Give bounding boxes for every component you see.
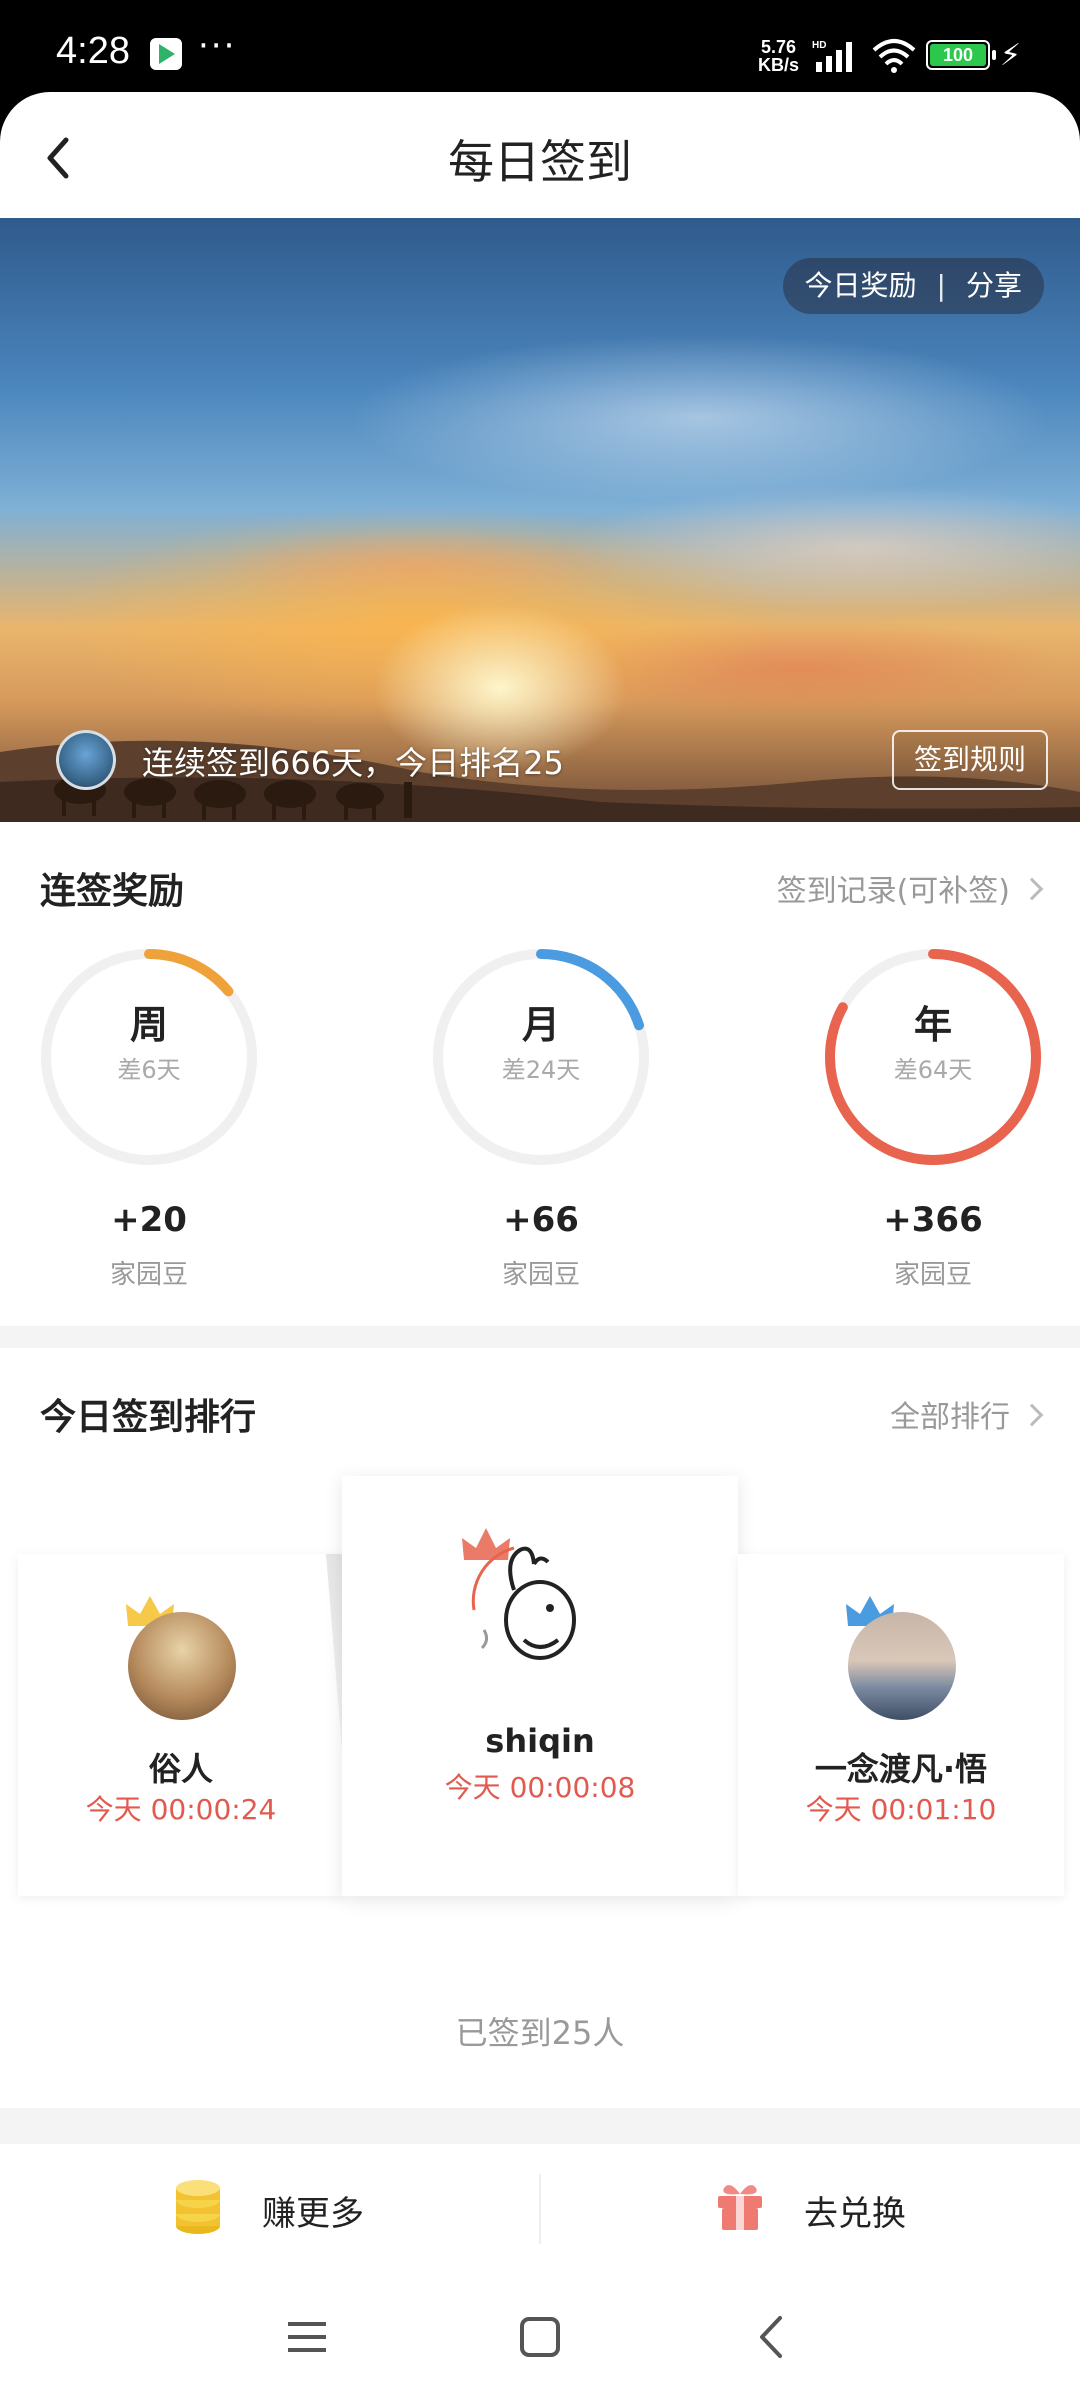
network-speed: 5.76 KB/s <box>758 38 799 74</box>
bottom-actions: 赚更多 去兑换 <box>0 2144 1080 2274</box>
ring-month-label: 月 <box>521 1003 560 1047</box>
ring-year-label: 年 <box>913 1003 952 1047</box>
ring-year-remaining: 差64天 <box>893 1056 973 1084</box>
checkin-records-label: 签到记录(可补签) <box>776 874 1010 909</box>
home-icon[interactable] <box>515 2312 565 2362</box>
reward-week-unit: 家园豆 <box>109 1260 188 1290</box>
earn-more-label: 赚更多 <box>262 2194 364 2234</box>
back-nav-icon[interactable] <box>748 2312 798 2362</box>
all-ranking-link[interactable]: 全部排行 <box>890 1392 1044 1436</box>
avatar-first <box>462 1528 576 1660</box>
reward-year-unit: 家园豆 <box>893 1260 972 1290</box>
cell-signal-icon: HD <box>812 40 852 72</box>
section-title: 连签奖励 <box>40 871 185 912</box>
page-title: 每日签到 <box>448 135 632 189</box>
today-ranking-section: 今日签到排行 全部排行 俗人 今天 00:00:24 shiqin 今天 00:… <box>0 1348 1080 2108</box>
network-speed-value: 5.76 <box>760 37 797 57</box>
signed-count: 已签到25人 <box>455 2014 625 2052</box>
rank-card-second[interactable]: 俗人 今天 00:00:24 <box>18 1554 344 1896</box>
user-avatar[interactable] <box>56 730 116 790</box>
battery-level: 100 <box>930 44 986 66</box>
rank-time: 今天 00:01:10 <box>805 1793 997 1826</box>
play-store-icon <box>150 38 182 70</box>
reward-week-amount: +20 <box>111 1200 187 1240</box>
rank-time: 今天 00:00:24 <box>85 1793 277 1826</box>
network-speed-unit: KB/s <box>758 55 800 75</box>
gift-icon <box>718 2185 762 2230</box>
charging-icon: ⚡ <box>1000 38 1022 73</box>
rules-button[interactable]: 签到规则 <box>891 730 1048 790</box>
ring-month-remaining: 差24天 <box>501 1056 581 1084</box>
banner: 今日奖励 | 分享 连续签到666天，今日排名25 签到规则 <box>0 218 1080 822</box>
all-ranking-label: 全部排行 <box>890 1400 1010 1435</box>
redeem-button[interactable]: 去兑换 <box>540 2144 1080 2274</box>
coins-icon <box>176 2180 220 2234</box>
wifi-icon <box>872 39 916 73</box>
pill-separator: | <box>936 269 946 302</box>
rank-time: 今天 00:00:08 <box>444 1771 636 1804</box>
status-bar: 4:28 ··· 5.76 KB/s HD 100 ⚡ <box>0 0 1080 92</box>
ring-week-label: 周 <box>129 1003 168 1047</box>
reward-month-unit: 家园豆 <box>501 1260 580 1290</box>
avatar <box>128 1612 236 1720</box>
rank-card-third[interactable]: 一念渡凡·悟 今天 00:01:10 <box>738 1554 1064 1896</box>
streak-rewards-section: 连签奖励 签到记录(可补签) 周 差6天 +20 家园豆 月 差24天 +66 … <box>0 822 1080 1326</box>
ring-year: 年 差64天 <box>822 946 1044 1168</box>
svg-text:HD: HD <box>812 40 826 51</box>
section-title: 今日签到排行 <box>40 1397 257 1438</box>
today-reward-button[interactable]: 今日奖励 <box>805 258 917 314</box>
rank-name: 一念渡凡·悟 <box>814 1750 988 1788</box>
chevron-right-icon <box>1020 1403 1044 1426</box>
reward-year-amount: +366 <box>883 1200 983 1240</box>
status-time: 4:28 <box>56 30 130 72</box>
streak-summary: 连续签到666天，今日排名25 <box>142 744 564 782</box>
header: 每日签到 <box>0 92 1080 218</box>
checkin-records-link[interactable]: 签到记录(可补签) <box>776 866 1044 910</box>
earn-more-button[interactable]: 赚更多 <box>0 2144 540 2274</box>
rank-name: 俗人 <box>148 1750 213 1788</box>
redeem-label: 去兑换 <box>804 2194 906 2234</box>
share-button[interactable]: 分享 <box>966 258 1022 314</box>
system-nav-bar <box>0 2274 1080 2400</box>
ring-week-remaining: 差6天 <box>117 1056 181 1084</box>
battery-icon: 100 <box>926 40 996 70</box>
ring-month: 月 差24天 <box>430 946 652 1168</box>
chevron-right-icon <box>1020 877 1044 900</box>
menu-icon[interactable] <box>282 2312 332 2362</box>
rank-card-first[interactable]: shiqin 今天 00:00:08 <box>342 1476 738 1896</box>
avatar <box>848 1612 956 1720</box>
banner-actions: 今日奖励 | 分享 <box>782 258 1044 314</box>
rank-name: shiqin <box>485 1722 595 1760</box>
reward-month-amount: +66 <box>503 1200 579 1240</box>
ring-week: 周 差6天 <box>38 946 260 1168</box>
more-notifications-icon: ··· <box>198 26 237 66</box>
